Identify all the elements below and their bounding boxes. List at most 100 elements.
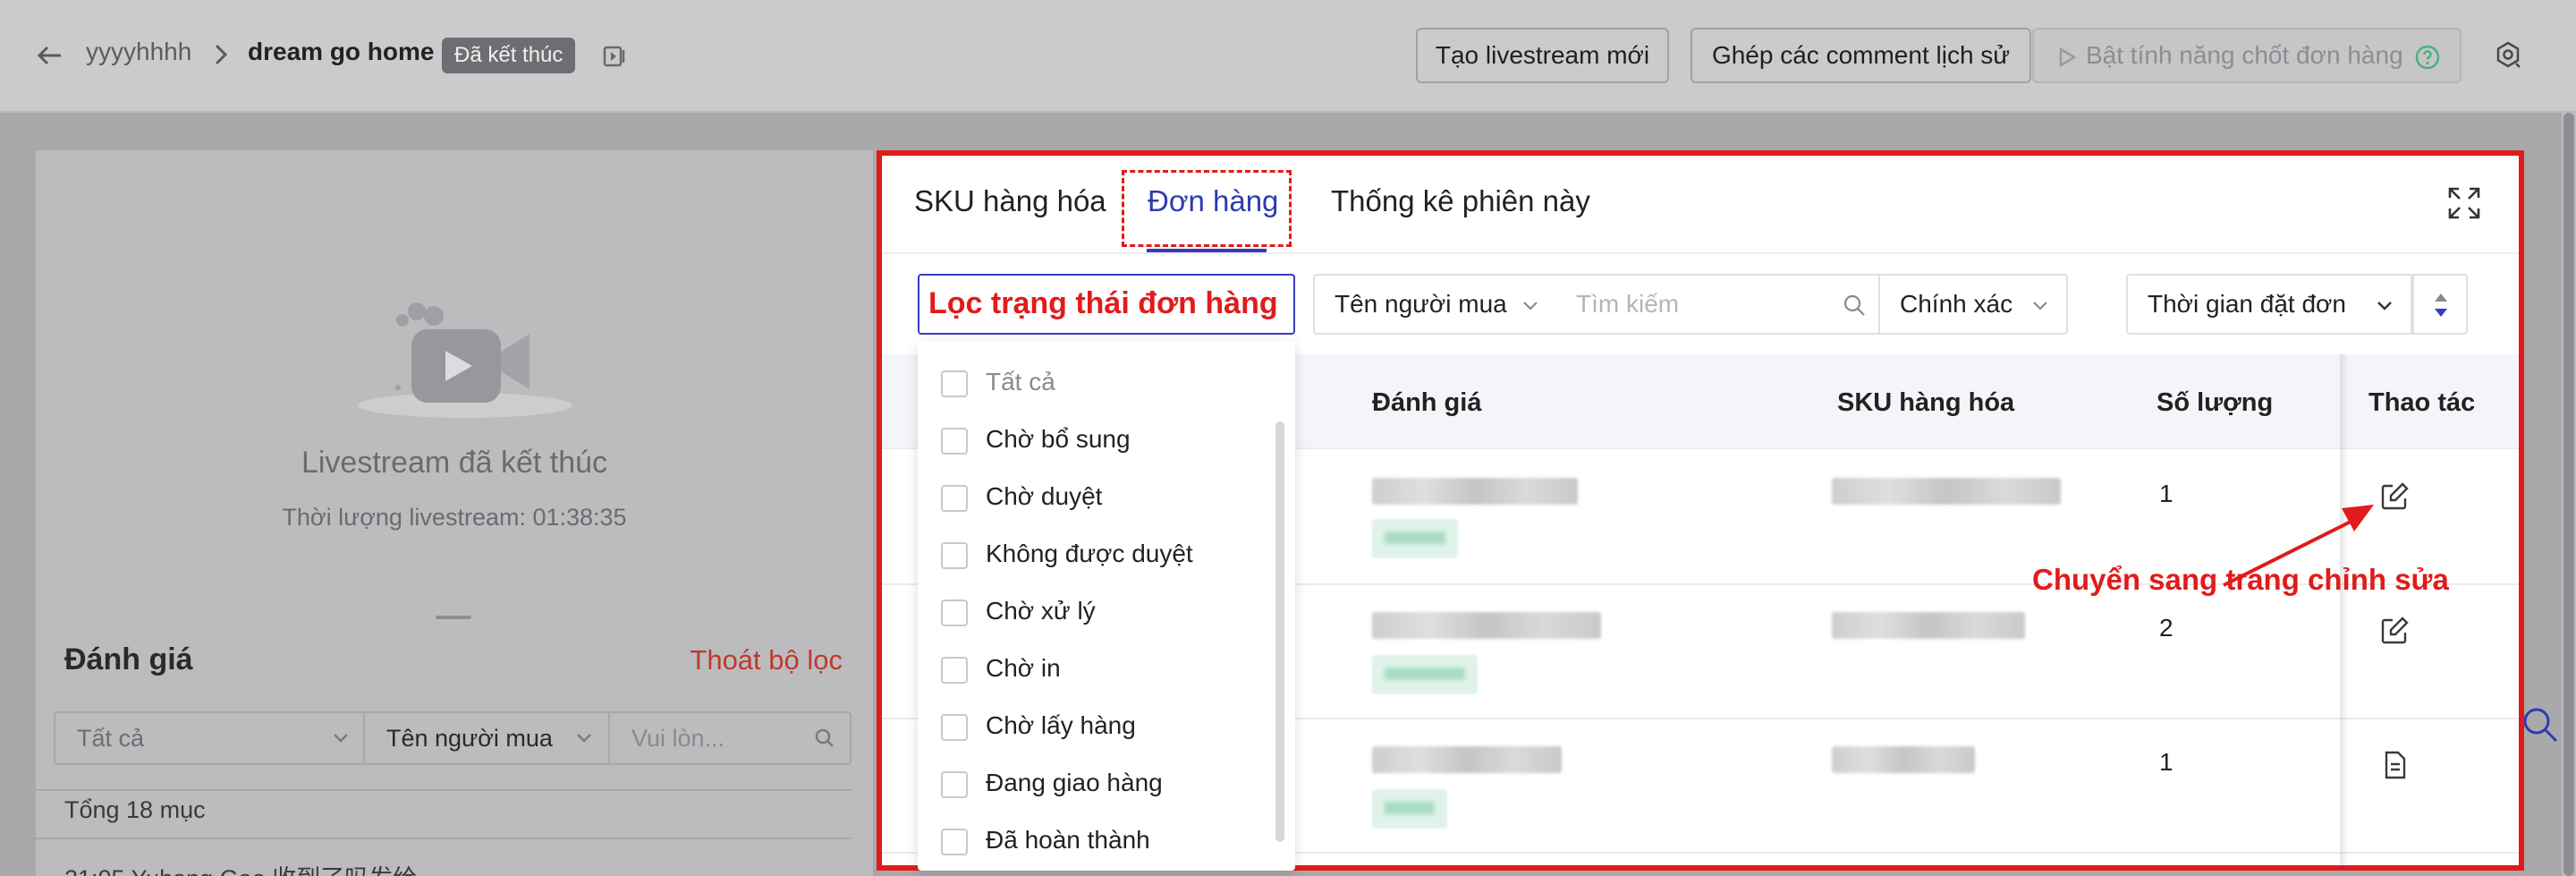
edit-icon[interactable] <box>2379 616 2410 646</box>
search-icon <box>1843 294 1865 316</box>
checkbox[interactable] <box>941 828 968 855</box>
tab-sku[interactable]: SKU hàng hóa <box>914 184 1106 218</box>
review-type-select[interactable]: Tất cả <box>54 711 367 765</box>
status-option[interactable]: Đang giao hàng <box>941 765 1163 801</box>
chevron-right-icon <box>215 44 228 65</box>
column-sku: SKU hàng hóa <box>1837 388 2015 417</box>
quantity-value: 1 <box>2159 748 2174 776</box>
checkbox[interactable] <box>941 599 968 626</box>
order-status-dropdown: Tất cả Chờ bổ sung Chờ duyệt Không được … <box>918 341 1295 871</box>
orders-panel: SKU hàng hóa Đơn hàng Thống kê phiên này… <box>877 150 2524 871</box>
column-review: Đánh giá <box>1372 388 1482 417</box>
checkbox[interactable] <box>941 656 968 684</box>
livestream-duration: Thời lượng livestream: 01:38:35 <box>282 504 627 531</box>
reviews-title: Đánh giá <box>64 642 193 676</box>
status-option[interactable]: Chờ duyệt <box>941 479 1102 515</box>
status-option[interactable]: Chờ in <box>941 651 1061 686</box>
sort-toggle[interactable] <box>2412 274 2468 335</box>
fullscreen-icon[interactable] <box>2447 186 2481 220</box>
checkbox[interactable] <box>941 541 968 569</box>
blurred-review <box>1372 478 1578 505</box>
order-time-value: Thời gian đặt đơn <box>2148 290 2346 318</box>
blurred-sku <box>1832 478 2061 505</box>
status-option[interactable]: Đã hoàn thành <box>941 822 1150 858</box>
page-scrollbar-thumb[interactable] <box>2563 113 2574 876</box>
blurred-tag <box>1372 655 1478 694</box>
checkbox[interactable] <box>941 713 968 741</box>
order-status-filter[interactable]: Lọc trạng thái đơn hàng <box>918 274 1295 335</box>
status-option-label: Chờ lấy hàng <box>986 711 1136 739</box>
tab-session-stats[interactable]: Thống kê phiên này <box>1331 184 1590 218</box>
chevron-down-icon <box>334 734 348 743</box>
quantity-value: 1 <box>2159 480 2174 507</box>
blurred-review <box>1372 612 1601 639</box>
review-search-input[interactable]: Vui lòn... <box>608 711 852 765</box>
enable-order-close-label: Bật tính năng chốt đơn hàng <box>2086 41 2403 69</box>
status-option[interactable]: Chờ xử lý <box>941 593 1096 629</box>
status-option-label: Đang giao hàng <box>986 769 1163 796</box>
blurred-tag <box>1372 789 1447 829</box>
status-option-label: Chờ in <box>986 654 1061 682</box>
match-mode-select[interactable]: Chính xác <box>1878 274 2068 335</box>
order-search-input[interactable]: Tìm kiếm <box>1556 274 1878 335</box>
enable-order-close-button[interactable]: Bật tính năng chốt đơn hàng <box>2032 28 2462 83</box>
status-option[interactable]: Không được duyệt <box>941 536 1193 572</box>
help-icon[interactable] <box>2414 44 2441 71</box>
document-icon[interactable] <box>2379 750 2410 780</box>
status-option[interactable]: Chờ lấy hàng <box>941 708 1136 744</box>
breadcrumb-account[interactable]: yyyyhhhh <box>86 38 191 66</box>
dropdown-scrollbar[interactable] <box>1275 421 1284 842</box>
settings-icon[interactable] <box>2492 39 2524 72</box>
sticky-column-shadow <box>2340 354 2349 869</box>
blurred-sku <box>1832 612 2025 639</box>
chevron-down-icon <box>577 734 591 743</box>
status-option[interactable]: Tất cả <box>941 364 1055 400</box>
checkbox[interactable] <box>941 370 968 397</box>
review-type-value: Tất cả <box>77 725 145 752</box>
drag-handle[interactable] <box>436 616 471 619</box>
column-quantity: Số lượng <box>2157 388 2274 417</box>
blurred-sku <box>1832 746 1975 773</box>
match-mode-value: Chính xác <box>1900 290 2013 318</box>
blurred-tag <box>1372 519 1458 558</box>
search-icon <box>815 728 834 747</box>
status-option-label: Chờ bổ sung <box>986 425 1131 453</box>
tab-bar: SKU hàng hóa Đơn hàng Thống kê phiên này <box>882 156 2519 254</box>
quantity-value: 2 <box>2159 614 2174 642</box>
livestream-ended-title: Livestream đã kết thúc <box>301 446 608 480</box>
divider <box>36 789 852 791</box>
search-icon[interactable] <box>2521 705 2560 744</box>
chevron-down-icon <box>2377 302 2392 310</box>
status-option-label: Đã hoàn thành <box>986 826 1150 854</box>
back-arrow-icon[interactable] <box>34 39 66 72</box>
top-bar: yyyyhhhh dream go home Đã kết thúc Tạo l… <box>0 0 2576 113</box>
annotation-label: Chuyển sang trang chỉnh sửa <box>2032 563 2449 596</box>
status-badge: Đã kết thúc <box>442 38 576 73</box>
blurred-review <box>1372 746 1562 773</box>
status-option-label: Chờ duyệt <box>986 482 1103 510</box>
comment-item[interactable]: 21:05 Yuhang Gao 收到了吗发给 <box>64 859 417 876</box>
video-playback-icon[interactable] <box>602 43 629 70</box>
review-search-placeholder: Vui lòn... <box>631 725 725 752</box>
chevron-down-icon <box>1523 302 1538 310</box>
video-camera-icon <box>358 302 572 418</box>
merge-comments-button[interactable]: Ghép các comment lịch sử <box>1690 28 2031 83</box>
breadcrumb-session: dream go home <box>248 38 435 65</box>
checkbox[interactable] <box>941 484 968 512</box>
buyer-field-value: Tên người mua <box>1335 290 1507 318</box>
status-option-label: Không được duyệt <box>986 540 1193 567</box>
order-time-select[interactable]: Thời gian đặt đơn <box>2126 274 2412 335</box>
buyer-field-select[interactable]: Tên người mua <box>1313 274 1558 335</box>
column-actions: Thao tác <box>2368 388 2476 417</box>
checkbox[interactable] <box>941 427 968 455</box>
review-buyer-value: Tên người mua <box>386 725 553 752</box>
chevron-down-icon <box>2033 302 2047 310</box>
review-buyer-select[interactable]: Tên người mua <box>363 711 608 765</box>
status-option[interactable]: Chờ bổ sung <box>941 421 1131 457</box>
checkbox[interactable] <box>941 770 968 798</box>
active-tab-indicator <box>1147 249 1267 252</box>
new-livestream-button[interactable]: Tạo livestream mới <box>1416 28 1669 83</box>
clear-filter-link[interactable]: Thoát bộ lọc <box>690 644 843 676</box>
tab-orders[interactable]: Đơn hàng <box>1148 184 1278 218</box>
sort-icon <box>2435 293 2447 317</box>
